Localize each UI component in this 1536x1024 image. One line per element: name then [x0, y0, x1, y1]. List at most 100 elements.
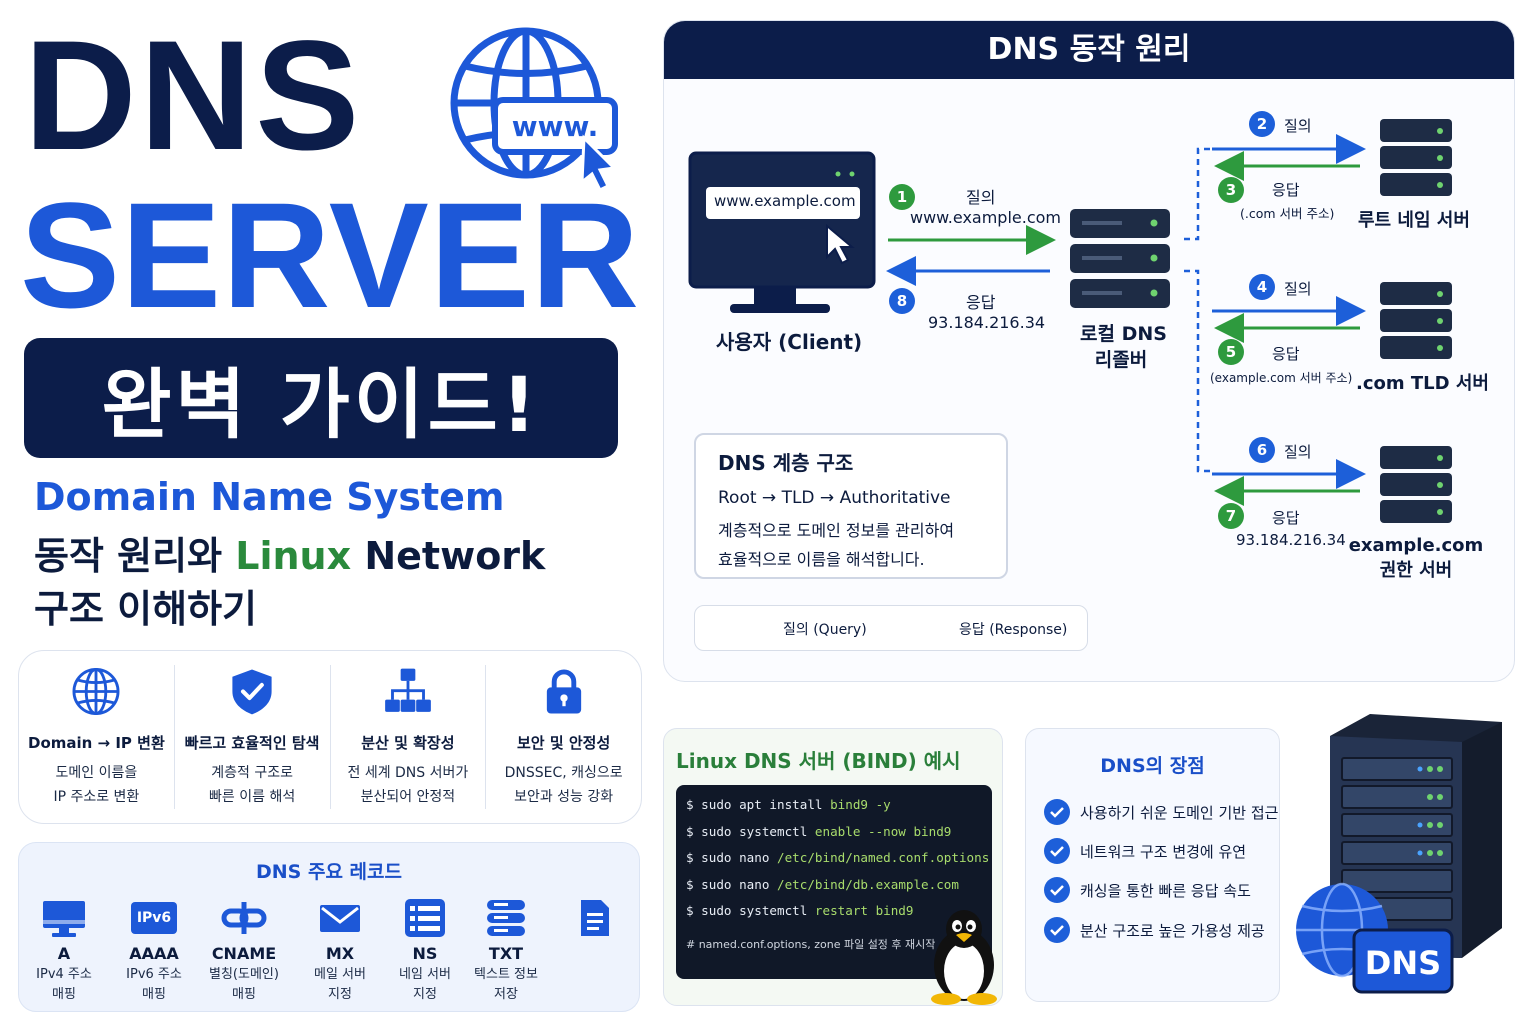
record-desc: 메일 서버 지정: [314, 967, 366, 1002]
step1-label: 질의: [966, 188, 996, 207]
database-icon: [487, 900, 525, 936]
step-badge-2: 2: [1249, 111, 1275, 137]
feature-desc: DNSSEC, 캐싱으로 보안과 성능 강화: [504, 765, 623, 805]
record-more: [549, 898, 639, 938]
subtitle-english: Domain Name System: [34, 475, 505, 519]
client-label: 사용자 (Client): [716, 330, 863, 354]
advantage-item: 네트워크 구조 변경에 유연: [1044, 838, 1246, 864]
title-dns: DNS: [24, 9, 363, 183]
dns-flow-panel: DNS 동작 원리 www.example.com 사용자 (Client) 로…: [663, 20, 1515, 682]
dns-server-illustration: DNS: [1296, 714, 1502, 994]
hierarchy-desc: 계층적으로 도메인 정보를 관리하여 효율적으로 이름을 해석합니다.: [718, 521, 955, 569]
step-badge-5: 5: [1218, 339, 1244, 365]
client-monitor-icon: [688, 151, 876, 313]
step3-label: 응답: [1272, 181, 1300, 199]
features-panel: Domain → IP 변환 도메인 이름을 IP 주소로 변환 빠르고 효율적인…: [18, 650, 642, 824]
record-name: CNAME: [211, 944, 277, 963]
step4-label: 질의: [1284, 280, 1312, 298]
title-server: SERVER: [20, 171, 641, 339]
step8-label: 응답: [966, 293, 996, 312]
network-tree-icon: [385, 668, 431, 712]
resolver-label: 로컬 DNS 리졸버: [1080, 323, 1167, 371]
tld-server-icon: [1380, 282, 1452, 359]
terminal-line: $ sudo nano /etc/bind/db.example.com: [686, 876, 959, 892]
subtitle-line3: 구조 이해하기: [34, 587, 257, 631]
step-badge-8: 8: [889, 288, 915, 314]
hierarchy-box: DNS 계층 구조 Root → TLD → Authoritative 계층적…: [694, 433, 1008, 579]
step6-label: 질의: [1284, 443, 1312, 461]
record-desc: 별칭(도메인) 매핑: [209, 967, 279, 1002]
tld-server-label: .com TLD 서버: [1356, 373, 1489, 394]
legend-query: 질의 (Query): [783, 622, 867, 638]
record-desc: 네임 서버 지정: [399, 967, 451, 1002]
dns-badge-label: DNS: [1365, 944, 1441, 982]
record-mx: MX 메일 서버 지정: [295, 898, 385, 1005]
check-icon: [1044, 917, 1070, 943]
step-badge-4: 4: [1249, 274, 1275, 300]
record-name: TXT: [488, 944, 524, 963]
feature-title: Domain → IP 변환: [28, 734, 165, 752]
step3-note: (.com 서버 주소): [1240, 206, 1335, 221]
feature-title: 빠르고 효율적인 탐색: [184, 734, 320, 752]
record-ns: NS 네임 서버 지정: [380, 898, 470, 1005]
feature-title: 보안 및 안정성: [517, 734, 611, 752]
advantages-panel: DNS의 장점 사용하기 쉬운 도메인 기반 접근 네트워크 구조 변경에 유연…: [1025, 728, 1280, 1002]
feature-desc: 계층적 구조로 빠른 이름 해석: [209, 765, 296, 805]
record-name: MX: [325, 944, 355, 963]
terminal-line: $ sudo nano /etc/bind/named.conf.options: [686, 850, 990, 865]
ipv6-icon: IPv6: [131, 902, 177, 934]
records-title: DNS 주요 레코드: [256, 861, 402, 883]
check-icon: [1044, 838, 1070, 864]
record-cname: CNAME 별칭(도메인) 매핑: [199, 898, 289, 1005]
check-icon: [1044, 799, 1070, 825]
bind-example-panel: Linux DNS 서버 (BIND) 예시 $ sudo apt instal…: [663, 728, 1003, 1006]
root-server-label: 루트 네임 서버: [1358, 210, 1470, 231]
advantage-item: 캐싱을 통한 빠른 응답 속도: [1044, 877, 1251, 903]
record-name: A: [57, 944, 71, 963]
feature-domain-ip: Domain → IP 변환 도메인 이름을 IP 주소로 변환: [19, 665, 175, 809]
globe-www-icon: www.: [448, 26, 623, 194]
root-server-icon: [1380, 119, 1452, 196]
advantage-item: 분산 구조로 높은 가용성 제공: [1044, 917, 1265, 943]
advantages-title: DNS의 장점: [1100, 755, 1205, 777]
bind-title: Linux DNS 서버 (BIND) 예시: [676, 749, 961, 773]
mail-icon: [320, 905, 360, 932]
step5-note: (example.com 서버 주소): [1210, 371, 1353, 385]
feature-security: 보안 및 안정성 DNSSEC, 캐싱으로 보안과 성능 강화: [486, 665, 641, 809]
record-desc: IPv6 주소 매핑: [126, 967, 182, 1002]
step-badge-7: 7: [1218, 503, 1244, 529]
subtitle-linux: Linux: [235, 534, 352, 578]
subtitle-line2: 동작 원리와 Linux Network: [34, 525, 545, 580]
step8-ip: 93.184.216.34: [928, 313, 1046, 332]
linux-penguin-icon: [931, 910, 997, 1005]
server-list-icon: [405, 899, 445, 937]
globe-icon: [72, 668, 120, 715]
step-badge-6: 6: [1249, 437, 1275, 463]
record-desc: IPv4 주소 매핑: [36, 967, 92, 1002]
resolver-server-icon: [1070, 209, 1170, 308]
record-name: AAAA: [129, 944, 179, 963]
terminal-line: $ sudo systemctl enable --now bind9: [686, 823, 952, 839]
record-desc: 텍스트 정보 저장: [474, 967, 538, 1002]
guide-banner: 완벽 가이드!: [24, 338, 618, 458]
lock-icon: [546, 669, 581, 714]
hierarchy-path: Root → TLD → Authoritative: [718, 488, 951, 508]
monitor-icon: [43, 901, 85, 937]
record-a: A IPv4 주소 매핑: [19, 898, 109, 1005]
record-name: NS: [412, 944, 438, 963]
flow-legend: 질의 (Query) 응답 (Response): [694, 605, 1088, 651]
feature-desc: 도메인 이름을 IP 주소로 변환: [53, 765, 140, 805]
step7-ip: 93.184.216.34: [1236, 531, 1346, 549]
subtitle-line2-b: Network: [351, 534, 546, 578]
auth-server-label: example.com 권한 서버: [1348, 535, 1484, 581]
step-badge-1: 1: [889, 184, 915, 210]
legend-response: 응답 (Response): [959, 622, 1068, 638]
record-txt: TXT 텍스트 정보 저장: [461, 898, 551, 1005]
step7-label: 응답: [1272, 509, 1300, 527]
feature-distributed: 분산 및 확장성 전 세계 DNS 서버가 분산되어 안정적: [331, 665, 487, 809]
shield-check-icon: [232, 669, 272, 715]
feature-desc: 전 세계 DNS 서버가 분산되어 안정적: [347, 765, 469, 805]
step-badge-3: 3: [1218, 177, 1244, 203]
step1-domain: www.example.com: [910, 208, 1061, 227]
auth-server-icon: [1380, 446, 1452, 523]
